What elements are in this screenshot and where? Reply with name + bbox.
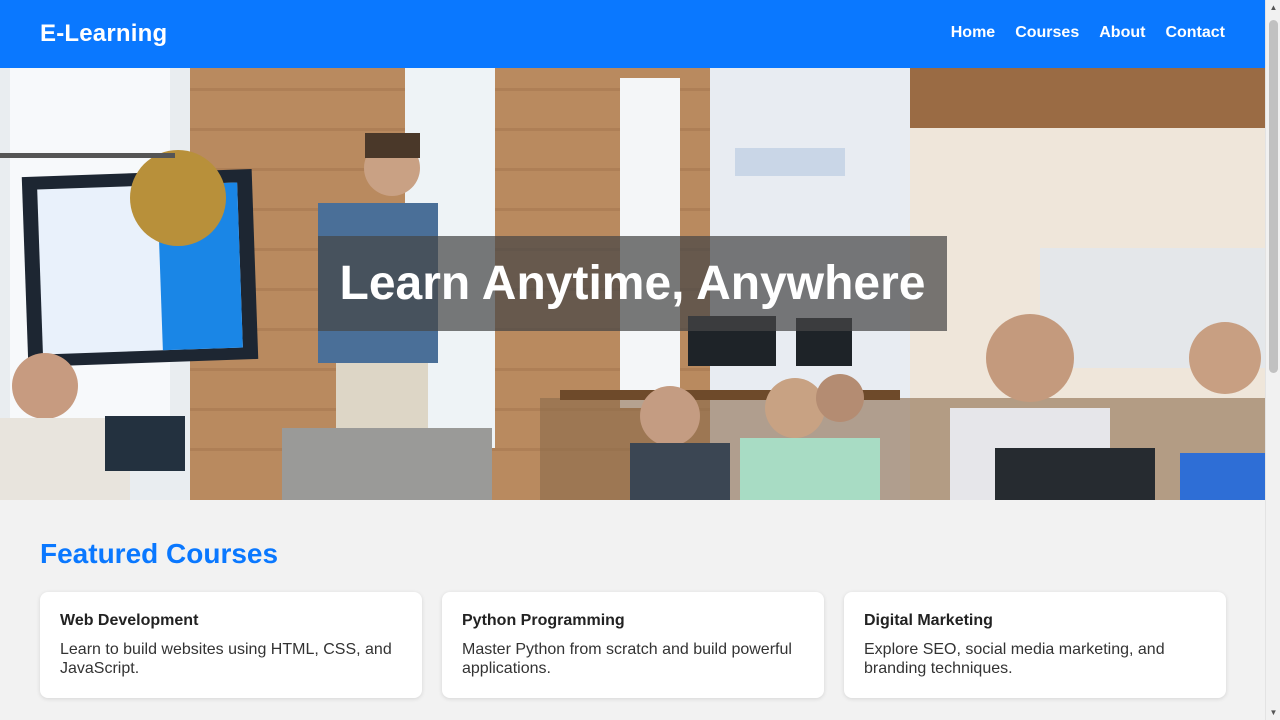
nav-about-link[interactable]: About xyxy=(1099,24,1145,42)
main-nav: Home Courses About Contact xyxy=(951,24,1225,42)
nav-courses-link[interactable]: Courses xyxy=(1015,24,1079,42)
course-card[interactable]: Web Development Learn to build websites … xyxy=(40,592,422,698)
course-card[interactable]: Digital Marketing Explore SEO, social me… xyxy=(844,592,1226,698)
course-title: Web Development xyxy=(60,612,199,629)
hero-banner: Learn Anytime, Anywhere xyxy=(0,68,1265,500)
scrollbar-thumb[interactable] xyxy=(1269,20,1278,373)
vertical-scrollbar[interactable]: ▲ ▼ xyxy=(1265,0,1280,720)
scroll-down-arrow-icon[interactable]: ▼ xyxy=(1269,708,1278,717)
course-card[interactable]: Python Programming Master Python from sc… xyxy=(442,592,824,698)
course-description: Explore SEO, social media marketing, and… xyxy=(864,641,1165,677)
nav-home-link[interactable]: Home xyxy=(951,24,995,42)
course-description: Learn to build websites using HTML, CSS,… xyxy=(60,641,392,677)
course-cards: Web Development Learn to build websites … xyxy=(40,592,1226,698)
nav-contact-link[interactable]: Contact xyxy=(1165,24,1225,42)
course-title: Python Programming xyxy=(462,612,625,629)
course-description: Master Python from scratch and build pow… xyxy=(462,641,792,677)
page: E-Learning Home Courses About Contact Le… xyxy=(0,0,1265,720)
featured-courses-heading: Featured Courses xyxy=(40,538,279,569)
hero-title: Learn Anytime, Anywhere xyxy=(339,257,926,310)
site-logo[interactable]: E-Learning xyxy=(40,20,167,48)
top-navbar: E-Learning Home Courses About Contact xyxy=(0,0,1265,68)
scroll-up-arrow-icon[interactable]: ▲ xyxy=(1269,3,1278,12)
course-title: Digital Marketing xyxy=(864,612,993,629)
